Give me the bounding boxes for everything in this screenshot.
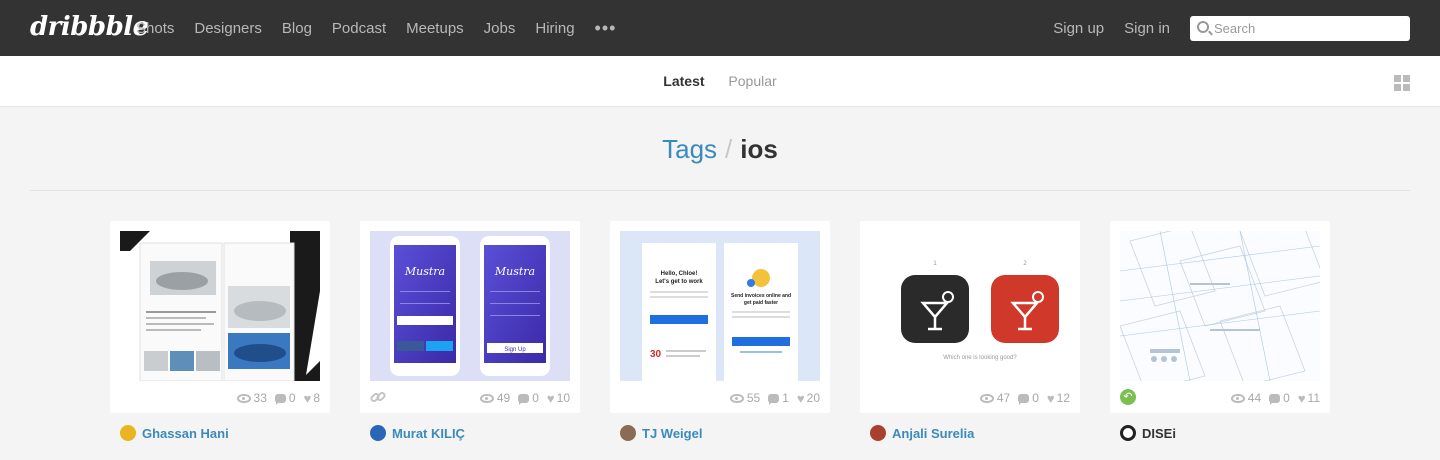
shot-thumbnail[interactable]: 1 2 Which one is looking good?: [870, 231, 1070, 381]
link-icon[interactable]: [370, 389, 386, 410]
eye-icon: [1230, 393, 1245, 403]
filter-bar: Latest Popular: [0, 56, 1440, 107]
author-name[interactable]: TJ Weigel: [642, 426, 702, 441]
sign-in-link[interactable]: Sign in: [1124, 20, 1170, 37]
likes-count[interactable]: ♥ 11: [1298, 391, 1320, 405]
shot-stats: 49 0 ♥ 10: [472, 391, 570, 405]
heart-icon: ♥: [546, 390, 555, 406]
avatar[interactable]: [1120, 425, 1136, 441]
comments-count[interactable]: 0: [274, 391, 296, 405]
comment-icon: [768, 393, 780, 405]
shot-author[interactable]: Ghassan Hani: [120, 424, 229, 442]
tab-popular[interactable]: Popular: [728, 73, 776, 89]
shot-card[interactable]: 33 0 ♥ 8: [110, 221, 330, 413]
likes-count[interactable]: ♥ 20: [797, 391, 820, 405]
svg-text:Sign Up: Sign Up: [504, 347, 526, 353]
comment-icon: [274, 393, 286, 405]
comment-icon: [1269, 393, 1281, 405]
author-name[interactable]: Anjali Surelia: [892, 426, 974, 441]
search-box: [1190, 16, 1410, 41]
top-nav: dribbble Shots Designers Blog Podcast Me…: [0, 0, 1440, 56]
rebound-icon[interactable]: ↶: [1120, 389, 1136, 405]
shot-thumbnail[interactable]: [1120, 231, 1320, 381]
shot-author[interactable]: DISEi: [1120, 424, 1176, 442]
shot-author[interactable]: Murat KILIÇ: [370, 424, 465, 442]
avatar[interactable]: [120, 425, 136, 441]
search-icon: [1197, 21, 1209, 33]
svg-text:30: 30: [650, 349, 662, 360]
svg-text:Hello, Chloe!: Hello, Chloe!: [661, 271, 698, 277]
tags-breadcrumb-link[interactable]: Tags: [662, 134, 717, 164]
nav-link-hiring[interactable]: Hiring: [535, 20, 574, 37]
nav-link-meetups[interactable]: Meetups: [406, 20, 464, 37]
views-count: 49: [479, 391, 510, 405]
main-nav: Shots Designers Blog Podcast Meetups Job…: [136, 0, 616, 56]
heart-icon: ♥: [1046, 390, 1055, 406]
svg-text:Let's get to work: Let's get to work: [655, 279, 703, 285]
likes-count[interactable]: ♥ 12: [1047, 391, 1070, 405]
sort-tabs: Latest Popular: [0, 73, 1440, 89]
shot-stats: 55 1 ♥ 20: [722, 391, 820, 405]
author-name[interactable]: Murat KILIÇ: [392, 426, 465, 441]
shot-author[interactable]: Anjali Surelia: [870, 424, 974, 442]
shot-card[interactable]: ↶ 44 0 ♥ 11: [1110, 221, 1330, 413]
dribbble-logo[interactable]: dribbble: [30, 12, 149, 42]
comments-count[interactable]: 1: [768, 391, 789, 405]
page-title: Tags / ios: [0, 134, 1440, 165]
heart-icon: ♥: [1297, 390, 1306, 406]
sign-up-link[interactable]: Sign up: [1053, 20, 1104, 37]
comment-icon: [518, 393, 530, 405]
comment-icon: [1018, 393, 1030, 405]
views-count: 55: [729, 391, 760, 405]
divider: [30, 190, 1410, 191]
more-menu-button[interactable]: •••: [595, 18, 617, 39]
likes-count[interactable]: ♥ 10: [547, 391, 570, 405]
breadcrumb-separator: /: [725, 134, 733, 164]
eye-icon: [979, 393, 994, 403]
comments-count[interactable]: 0: [518, 391, 539, 405]
shot-thumbnail[interactable]: [120, 231, 320, 381]
shot-thumbnail[interactable]: Mustra Mustra Sign Up: [370, 231, 570, 381]
nav-link-blog[interactable]: Blog: [282, 20, 312, 37]
nav-link-shots[interactable]: Shots: [136, 20, 174, 37]
eye-icon: [236, 393, 251, 403]
shot-stats: 33 0 ♥ 8: [229, 391, 320, 405]
comments-count[interactable]: 0: [1269, 391, 1290, 405]
eye-icon: [479, 393, 494, 403]
avatar[interactable]: [620, 425, 636, 441]
shot-card[interactable]: Mustra Mustra Sign Up 49 0 ♥ 10: [360, 221, 580, 413]
grid-view-icon[interactable]: [1394, 75, 1410, 91]
svg-text:Which one is looking good?: Which one is looking good?: [943, 355, 1017, 361]
shot-stats: 44 0 ♥ 11: [1223, 391, 1320, 405]
shot-card[interactable]: Hello, Chloe! Let's get to work 30 Send …: [610, 221, 830, 413]
author-name[interactable]: DISEi: [1142, 426, 1176, 441]
shot-author[interactable]: TJ Weigel: [620, 424, 702, 442]
nav-link-designers[interactable]: Designers: [194, 20, 262, 37]
author-name[interactable]: Ghassan Hani: [142, 426, 229, 441]
heart-icon: ♥: [303, 390, 312, 406]
shot-stats: 47 0 ♥ 12: [972, 391, 1070, 405]
comments-count[interactable]: 0: [1018, 391, 1039, 405]
heart-icon: ♥: [796, 390, 805, 406]
nav-link-podcast[interactable]: Podcast: [332, 20, 386, 37]
views-count: 47: [979, 391, 1010, 405]
avatar[interactable]: [370, 425, 386, 441]
tab-latest[interactable]: Latest: [663, 73, 704, 89]
shot-card[interactable]: 1 2 Which one is looking good? 47 0 ♥ 12: [860, 221, 1080, 413]
current-tag: ios: [740, 134, 778, 164]
nav-link-jobs[interactable]: Jobs: [484, 20, 516, 37]
svg-text:Send invoices online and: Send invoices online and: [731, 293, 791, 299]
account-nav: Sign up Sign in: [1033, 0, 1170, 56]
likes-count[interactable]: ♥ 8: [304, 391, 320, 405]
eye-icon: [729, 393, 744, 403]
svg-text:Mustra: Mustra: [404, 265, 445, 278]
avatar[interactable]: [870, 425, 886, 441]
svg-text:get paid faster: get paid faster: [744, 300, 778, 306]
svg-text:Mustra: Mustra: [494, 265, 535, 278]
shot-thumbnail[interactable]: Hello, Chloe! Let's get to work 30 Send …: [620, 231, 820, 381]
views-count: 33: [236, 391, 267, 405]
search-input[interactable]: [1214, 19, 1404, 38]
views-count: 44: [1230, 391, 1261, 405]
